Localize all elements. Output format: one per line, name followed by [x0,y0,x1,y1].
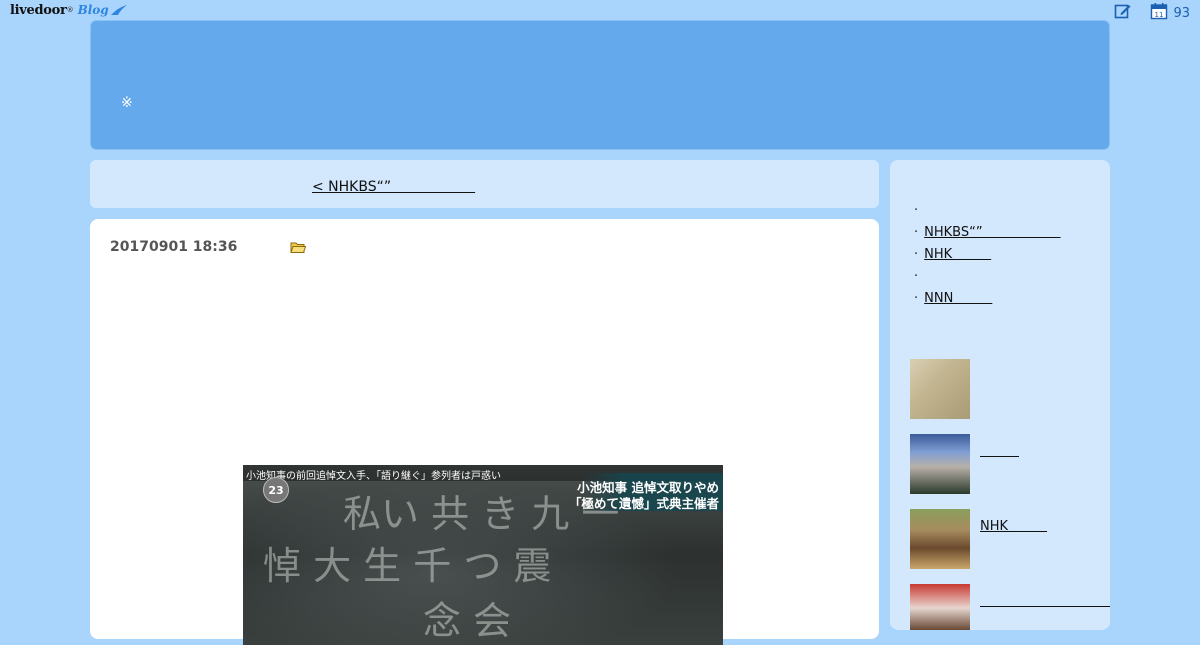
news-show-thumbnail[interactable] [910,584,970,630]
logo-blog-text: Blog [77,3,109,17]
newspaper-thumbnail[interactable] [910,359,970,419]
thumbnail-label[interactable]: NHK [980,515,1047,534]
stone-inscription-3: 念 会 [423,599,512,643]
edit-icon [1114,2,1132,24]
article-date: 20170901 18:36 [110,239,238,255]
top-bar: livedoor ® Blog 11 93 [0,0,1200,21]
sidebar-list: · · NHKBS“” · NHK · · NNN [914,200,1061,310]
edit-post-button[interactable] [1114,2,1132,24]
sidebar: · · NHKBS“” · NHK · · NNN NHK [890,160,1110,630]
calendar-icon: 11 [1150,2,1168,24]
prev-article-link[interactable]: < NHKBS“” [312,176,475,196]
logo-livedoor-text: livedoor [10,2,67,18]
livedoor-blog-logo[interactable]: livedoor ® Blog [10,0,128,20]
image-headline-2: 「極めて遺憾」式典主催者 [568,496,719,511]
sidebar-item[interactable]: · NNN [914,288,1061,310]
blog-header: ※ [90,20,1110,150]
sidebar-item[interactable]: · NHK [914,244,1061,266]
group-photo-thumbnail[interactable] [910,509,970,569]
calendar-count: 93 [1173,5,1190,21]
article-nav-bar: < NHKBS“” [90,160,879,208]
header-mark: ※ [121,95,133,111]
thumbnail-label[interactable] [980,440,1019,459]
article-card: 20170901 18:36 私い 共 き 九 一 悼 大 生 千 つ 震 念 … [90,219,879,645]
tv-person-thumbnail[interactable] [910,434,970,494]
sidebar-item[interactable]: · [914,200,1061,222]
thumbnail-label[interactable] [980,590,1110,609]
calendar-count-button[interactable]: 11 93 [1150,2,1190,24]
bird-icon [110,1,128,20]
sidebar-item[interactable]: · NHKBS“” [914,222,1061,244]
stone-inscription-2: 悼 大 生 千 つ 震 [263,544,552,588]
sidebar-item[interactable]: · [914,266,1061,288]
news23-badge: 23 [263,477,289,503]
calendar-day: 11 [1155,11,1164,19]
folder-icon[interactable] [290,239,307,258]
article-image[interactable]: 私い 共 き 九 一 悼 大 生 千 つ 震 念 会 小池知事の前回追悼文入手、… [243,465,723,645]
